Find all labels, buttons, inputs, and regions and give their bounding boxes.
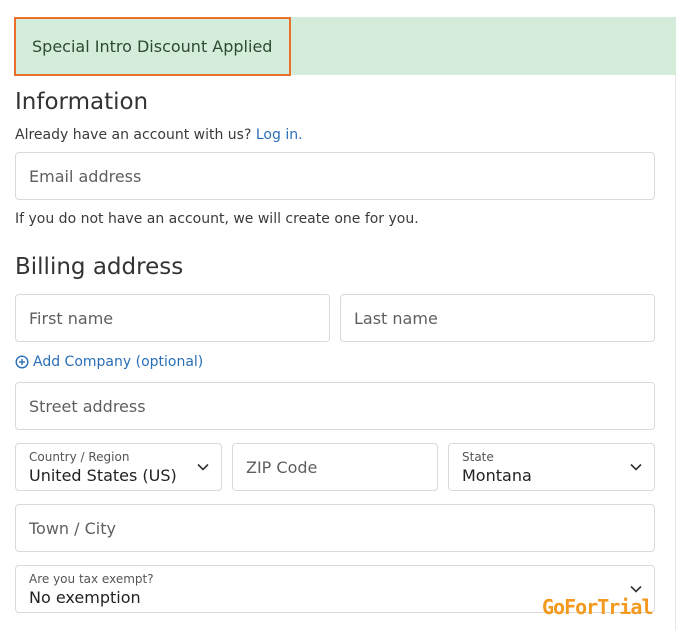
account-prompt: Already have an account with us? Log in.	[15, 127, 303, 143]
chevron-down-icon	[630, 585, 642, 593]
country-select[interactable]: Country / Region United States (US)	[15, 443, 222, 491]
billing-heading: Billing address	[15, 254, 184, 280]
state-label: State	[462, 450, 494, 464]
no-account-note: If you do not have an account, we will c…	[15, 211, 419, 227]
state-select[interactable]: State Montana	[448, 443, 655, 491]
country-value: United States (US)	[29, 466, 177, 485]
town-city-field[interactable]	[15, 504, 655, 552]
plus-circle-icon	[15, 355, 29, 369]
tax-exempt-value: No exemption	[29, 588, 141, 607]
country-label: Country / Region	[29, 450, 130, 464]
email-input[interactable]	[16, 153, 654, 199]
first-name-input[interactable]	[16, 295, 329, 341]
town-city-input[interactable]	[16, 505, 654, 551]
account-prompt-text: Already have an account with us?	[15, 127, 252, 143]
zip-code-input[interactable]	[233, 444, 437, 490]
add-company-link[interactable]: Add Company (optional)	[15, 354, 203, 370]
watermark-logo: GoForTrial	[542, 595, 653, 619]
zip-code-field[interactable]	[232, 443, 438, 491]
email-field[interactable]	[15, 152, 655, 200]
chevron-down-icon	[630, 463, 642, 471]
first-name-field[interactable]	[15, 294, 330, 342]
last-name-input[interactable]	[341, 295, 654, 341]
street-address-field[interactable]	[15, 382, 655, 430]
last-name-field[interactable]	[340, 294, 655, 342]
discount-banner-text: Special Intro Discount Applied	[32, 37, 273, 56]
add-company-label: Add Company (optional)	[33, 354, 204, 370]
login-link[interactable]: Log in.	[256, 127, 303, 143]
chevron-down-icon	[197, 463, 209, 471]
discount-banner-highlight: Special Intro Discount Applied	[14, 17, 291, 76]
tax-exempt-label: Are you tax exempt?	[29, 572, 154, 586]
state-value: Montana	[462, 466, 532, 485]
street-address-input[interactable]	[16, 383, 654, 429]
information-heading: Information	[15, 89, 149, 115]
